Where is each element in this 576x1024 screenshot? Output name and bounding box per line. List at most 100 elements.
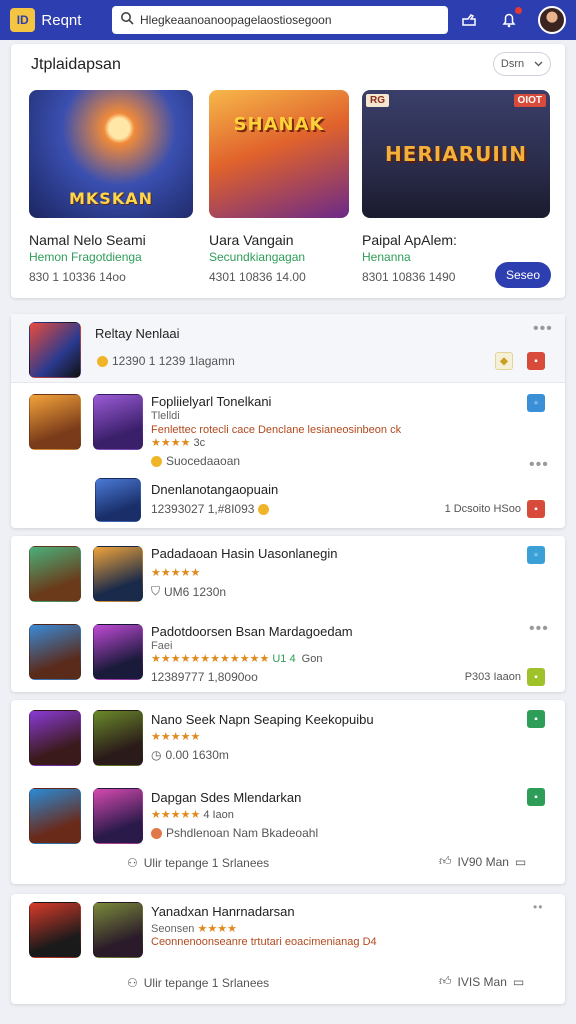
comment-icon[interactable]: ▭: [515, 855, 526, 869]
game-thumbnail: [29, 546, 81, 602]
featured-game-3[interactable]: RG OIOT HERIARUIIN Paipal ApAlem: Henann…: [362, 90, 550, 284]
game-description: Ceonnenoonseanre trtutari eoacimenianag …: [151, 936, 377, 948]
user-avatar[interactable]: [538, 6, 566, 34]
divider: [11, 382, 565, 383]
game-subtitle: Seonsen ★★★★: [151, 923, 237, 935]
star-rating: ★★★★ 3c: [151, 437, 206, 449]
cover-tag: OIOT: [513, 94, 546, 107]
download-icon[interactable]: ▪: [527, 500, 545, 518]
game-thumbnail: [93, 394, 143, 450]
sort-label: Dsrn: [500, 58, 525, 70]
game-title: Dnenlanotangaopuain: [151, 482, 279, 497]
game-meta: ⛉ UM6 1230n: [151, 584, 227, 599]
game-cover-image: MKSKAN: [29, 90, 193, 218]
more-options-icon[interactable]: ••: [533, 900, 543, 914]
user-count[interactable]: ⚇ Ulir tepange 1 Srlanees: [127, 856, 269, 870]
shield-icon: ⛉: [151, 584, 161, 598]
cover-title: MKSKAN: [68, 189, 153, 208]
game-name: Paipal ApAlem:: [362, 232, 457, 248]
notification-dot: [515, 7, 522, 14]
game-cover-image: SHANAK: [209, 90, 349, 218]
game-meta: 12393027 1,#8I093: [151, 502, 270, 516]
game-genre: Henanna: [362, 250, 411, 264]
game-thumbnail: [93, 546, 143, 602]
list-item[interactable]: Padotdoorsen Bsan Mardagoedam Faei ★★★★★…: [11, 616, 565, 692]
game-thumbnail: [29, 788, 81, 844]
thumbs-up-icon: 👍︎: [439, 854, 452, 868]
star-rating: ★★★★★: [151, 567, 201, 579]
featured-game-2[interactable]: SHANAK Uara Vangain Secundkiangagan 4301…: [209, 90, 349, 284]
coin-icon: [151, 827, 162, 839]
like-button[interactable]: 👍︎ IVIS Man ▭: [439, 974, 524, 989]
list-item[interactable]: Dnenlanotangaopuain 12393027 1,#8I093 1 …: [11, 474, 565, 528]
list-item[interactable]: Yanadxan Hanrnadarsan Seonsen ★★★★ Ceonn…: [11, 894, 565, 966]
play-button[interactable]: Seseo: [495, 262, 551, 288]
game-list-group-4: Yanadxan Hanrnadarsan Seonsen ★★★★ Ceonn…: [11, 894, 565, 1004]
list-item[interactable]: Reltay Nenlaai 12390 1 1239 1lagamn ••• …: [11, 314, 565, 382]
coin-icon: [97, 355, 108, 367]
game-name: Namal Nelo Seami: [29, 232, 146, 248]
game-meta: 12390 1 1239 1lagamn: [97, 354, 235, 368]
sort-dropdown[interactable]: Dsrn: [493, 52, 551, 76]
app-logo[interactable]: ID: [10, 8, 36, 32]
cover-title: HERIARUIIN: [385, 142, 527, 166]
game-subtitle: Tlelldi: [151, 410, 180, 422]
share-icon[interactable]: [458, 9, 480, 31]
game-meta: Pshdlenoan Nam Bkadeoahl: [151, 826, 318, 840]
download-icon[interactable]: ▪: [527, 668, 545, 686]
top-app-bar: ID Reqnt: [0, 0, 576, 40]
game-thumbnail: [93, 902, 143, 958]
game-title: Reltay Nenlaai: [95, 326, 180, 341]
game-thumbnail: [93, 788, 143, 844]
game-title: Padotdoorsen Bsan Mardagoedam: [151, 624, 353, 639]
section-title: Jtplaidapsan: [31, 56, 121, 73]
bookmark-icon[interactable]: ◆: [495, 352, 513, 370]
game-list-group-1: Reltay Nenlaai 12390 1 1239 1lagamn ••• …: [11, 314, 565, 528]
game-subtitle: Faei: [151, 640, 173, 652]
search-bar[interactable]: [112, 6, 448, 34]
user-count[interactable]: ⚇ Ulir tepange 1 Srlanees: [127, 976, 269, 990]
user-icon: ⚇: [127, 856, 138, 870]
download-icon[interactable]: ▪: [527, 352, 545, 370]
thumbs-up-icon: 👍︎: [439, 974, 452, 988]
coin-icon: [258, 503, 270, 515]
game-title: Nano Seek Napn Seaping Keekopuibu: [151, 712, 374, 727]
game-meta: Suocedaaoan: [151, 454, 240, 468]
more-options-icon[interactable]: •••: [529, 456, 549, 474]
game-name: Uara Vangain: [209, 232, 294, 248]
game-genre: Secundkiangagan: [209, 250, 306, 264]
list-item[interactable]: Nano Seek Napn Seaping Keekopuibu ★★★★★ …: [11, 700, 565, 778]
game-genre: Hemon Fragotdienga: [29, 250, 142, 264]
game-meta: 830 1 10336 14oo: [29, 270, 126, 284]
cover-title: SHANAK: [233, 114, 325, 135]
more-options-icon[interactable]: •••: [529, 620, 549, 638]
game-thumbnail: [29, 902, 81, 958]
notifications-icon[interactable]: [498, 7, 522, 31]
download-icon[interactable]: ▪: [527, 788, 545, 806]
search-input[interactable]: [140, 13, 440, 27]
list-item[interactable]: Padadaoan Hasin Uasonlanegin ★★★★★ ⛉ UM6…: [11, 536, 565, 612]
game-title: Fopliielyarl Tonelkani: [151, 394, 272, 409]
comment-icon[interactable]: ▭: [513, 975, 524, 989]
game-title: Padadaoan Hasin Uasonlanegin: [151, 546, 338, 561]
star-rating: ★★★★★: [151, 731, 201, 743]
star-rating: ★★★★★★★★★★★★ U1 4 Gon: [151, 653, 323, 665]
cover-tag: RG: [366, 94, 389, 107]
game-thumbnail: [29, 394, 81, 450]
coin-icon: [151, 455, 162, 467]
game-description: Fenlettec rotecli cace Denclane lesianeo…: [151, 424, 402, 436]
clock-icon: ◷: [151, 748, 162, 762]
game-status: P303 Iaaon: [464, 671, 521, 683]
download-icon[interactable]: ▪: [527, 710, 545, 728]
user-icon: ⚇: [127, 976, 138, 990]
list-item[interactable]: Dapgan Sdes Mlendarkan ★★★★★ 4 Iaon Pshdl…: [11, 782, 565, 856]
info-icon[interactable]: ▫: [527, 394, 545, 412]
game-thumbnail: [93, 710, 143, 766]
game-title: Dapgan Sdes Mlendarkan: [151, 790, 302, 805]
featured-game-1[interactable]: MKSKAN Namal Nelo Seami Hemon Fragotdien…: [29, 90, 193, 284]
like-button[interactable]: 👍︎ IV90 Man ▭: [439, 854, 526, 869]
list-item[interactable]: Fopliielyarl Tonelkani Tlelldi Fenlettec…: [11, 384, 565, 473]
search-icon: [120, 11, 134, 30]
more-options-icon[interactable]: •••: [533, 320, 553, 338]
info-icon[interactable]: ▫: [527, 546, 545, 564]
